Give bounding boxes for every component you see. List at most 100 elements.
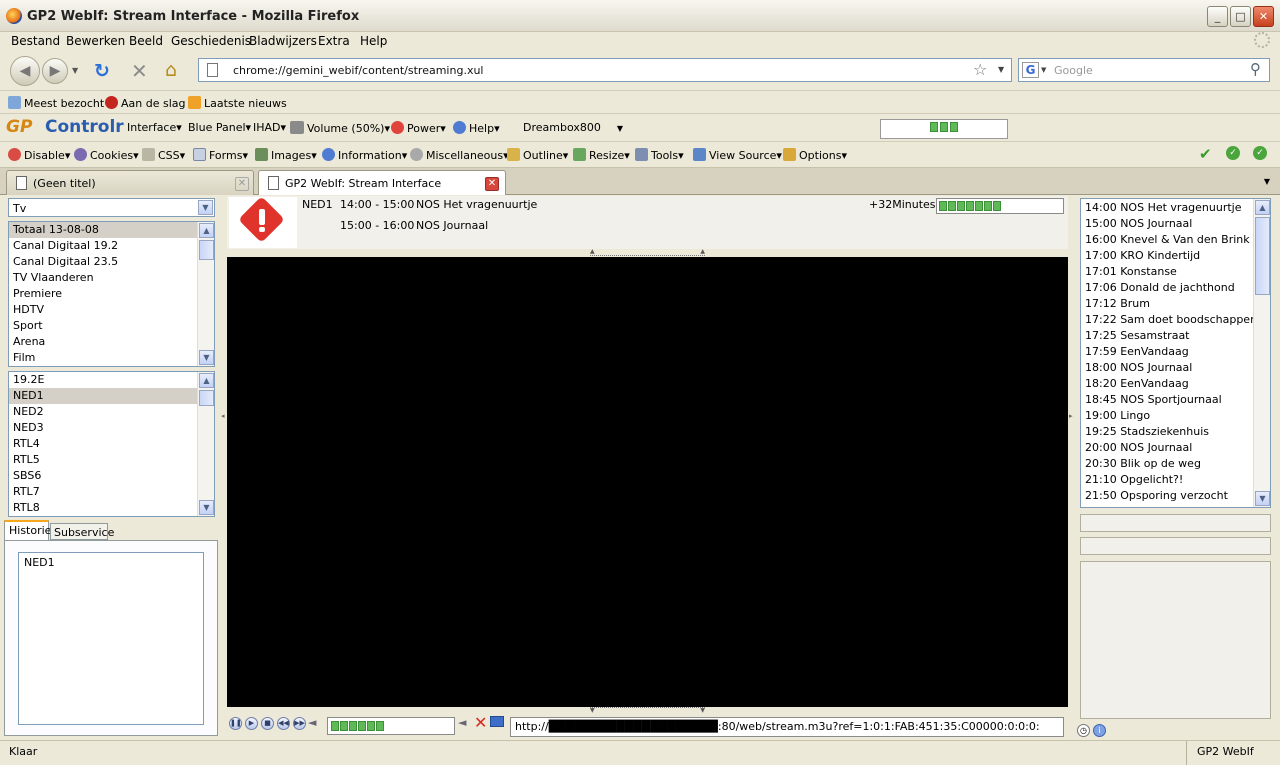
channel-list[interactable]: 19.2E NED1 NED2 NED3 RTL4 RTL5 SBS6 RTL7… — [8, 371, 215, 517]
list-item[interactable]: RTL4 — [9, 436, 214, 452]
bookmark-meest-bezocht[interactable]: Meest bezocht — [8, 96, 104, 110]
list-item[interactable]: Sport — [9, 318, 214, 334]
volume-slider[interactable] — [327, 717, 455, 735]
scroll-down-icon[interactable]: ▼ — [199, 350, 214, 365]
scroll-down-icon[interactable]: ▼ — [1255, 491, 1270, 506]
list-item[interactable]: RTL7 — [9, 484, 214, 500]
search-placeholder[interactable]: Google — [1054, 64, 1093, 77]
search-box[interactable]: G ▼ Google ⚲ — [1018, 58, 1270, 82]
list-item[interactable]: Premiere — [9, 286, 214, 302]
scroll-up-icon[interactable]: ▲ — [1255, 200, 1270, 215]
list-item[interactable]: Film — [9, 350, 214, 366]
back-button[interactable]: ◀ — [10, 56, 40, 86]
tab-list-icon[interactable]: ▼ — [1258, 172, 1276, 192]
bookmark-laatste-nieuws[interactable]: Laatste nieuws — [188, 96, 287, 110]
play-icon[interactable]: ▶ — [245, 717, 258, 730]
epg-item[interactable]: 17:06 Donald de jachthond — [1081, 280, 1270, 296]
list-item[interactable]: NED1 — [19, 555, 203, 571]
bouquet-list[interactable]: Totaal 13-08-08 Canal Digitaal 19.2 Cana… — [8, 221, 215, 367]
menu-bladwijzers[interactable]: Bladwijzers — [249, 34, 317, 48]
epg-item[interactable]: 18:00 NOS Journaal — [1081, 360, 1270, 376]
stop-icon[interactable]: ■ — [261, 717, 274, 730]
list-item[interactable]: HDTV — [9, 302, 214, 318]
epg-item[interactable]: 17:01 Konstanse — [1081, 264, 1270, 280]
scroll-up-icon[interactable]: ▲ — [199, 223, 214, 238]
stream-url-field[interactable]: http://████████████████████:80/web/strea… — [510, 717, 1064, 737]
channel-scrollbar[interactable]: ▲ ▼ — [197, 372, 214, 516]
list-item[interactable]: SBS6 — [9, 468, 214, 484]
gp2-help-menu[interactable]: Help▾ — [453, 121, 500, 135]
rewind-icon[interactable]: ◀◀ — [277, 717, 290, 730]
left-splitter-grip[interactable]: ◂ — [221, 412, 225, 420]
info-icon[interactable]: i — [1093, 724, 1106, 737]
html-valid-icon[interactable]: ✓ — [1253, 146, 1267, 160]
epg-list[interactable]: 14:00 NOS Het vragenuurtje 15:00 NOS Jour… — [1080, 198, 1271, 508]
dev-css-menu[interactable]: CSS▾ — [142, 148, 185, 162]
video-player[interactable] — [227, 257, 1068, 707]
url-bar[interactable]: chrome://gemini_webif/content/streaming.… — [198, 58, 1012, 82]
epg-item[interactable]: 18:20 EenVandaag — [1081, 376, 1270, 392]
url-dropdown-icon[interactable]: ▼ — [998, 65, 1004, 74]
epg-item[interactable]: 19:00 Lingo — [1081, 408, 1270, 424]
volume-up-icon[interactable]: ◄ — [458, 716, 466, 729]
list-item[interactable]: Totaal 13-08-08 — [9, 222, 214, 238]
list-item[interactable]: Canal Digitaal 23.5 — [9, 254, 214, 270]
gp2-ihad-menu[interactable]: IHAD▾ — [253, 121, 286, 134]
epg-item[interactable]: 16:00 Knevel & Van den Brink — [1081, 232, 1270, 248]
maximize-button[interactable]: □ — [1230, 6, 1251, 27]
top-splitter-grip[interactable]: ▲ ▲ — [590, 249, 705, 256]
menu-geschiedenis[interactable]: Geschiedenis — [171, 34, 251, 48]
list-item[interactable]: TV Vlaanderen — [9, 270, 214, 286]
dev-forms-menu[interactable]: Forms▾ — [193, 148, 248, 162]
menu-extra[interactable]: Extra — [318, 34, 350, 48]
home-icon[interactable]: ⌂ — [165, 59, 177, 81]
epg-item[interactable]: 19:25 Stadsziekenhuis — [1081, 424, 1270, 440]
mute-icon[interactable]: ✕ — [474, 713, 487, 732]
bouquet-scrollbar[interactable]: ▲ ▼ — [197, 222, 214, 366]
gp2-interface-menu[interactable]: Interface▾ — [127, 121, 182, 134]
receiver-select[interactable]: Dreambox800 ▼ — [523, 121, 623, 134]
tab-historie[interactable]: Historie — [4, 520, 51, 540]
epg-item[interactable]: 21:50 Opsporing verzocht — [1081, 488, 1270, 504]
menu-bewerken[interactable]: Bewerken — [66, 34, 125, 48]
scroll-thumb[interactable] — [1255, 217, 1270, 295]
epg-item[interactable]: 15:00 NOS Journaal — [1081, 216, 1270, 232]
gp2-volume-menu[interactable]: Volume (50%)▾ — [290, 121, 390, 135]
bookmark-aan-de-slag[interactable]: Aan de slag — [105, 96, 186, 110]
search-icon[interactable]: ⚲ — [1250, 60, 1261, 78]
epg-item[interactable]: 17:22 Sam doet boodschappen — [1081, 312, 1270, 328]
service-type-select[interactable]: Tv ▼ — [8, 198, 215, 217]
url-text[interactable]: chrome://gemini_webif/content/streaming.… — [233, 64, 483, 77]
list-item[interactable]: NED1 — [9, 388, 214, 404]
epg-item[interactable]: 14:00 NOS Het vragenuurtje — [1081, 200, 1270, 216]
menu-beeld[interactable]: Beeld — [129, 34, 163, 48]
list-item[interactable]: NED2 — [9, 404, 214, 420]
dev-viewsource-menu[interactable]: View Source▾ — [693, 148, 782, 162]
dev-information-menu[interactable]: Information▾ — [322, 148, 407, 162]
css-valid-icon[interactable]: ✓ — [1226, 146, 1240, 160]
list-item[interactable]: Canal Digitaal 19.2 — [9, 238, 214, 254]
tab-subservice[interactable]: Subservice — [50, 523, 114, 540]
clock-icon[interactable]: ◷ — [1077, 724, 1090, 737]
tab-close-icon[interactable]: ✕ — [485, 177, 499, 191]
list-item[interactable]: RTL8 — [9, 500, 214, 516]
validation-check-icon[interactable]: ✔ — [1199, 145, 1212, 163]
scroll-up-icon[interactable]: ▲ — [199, 373, 214, 388]
fullscreen-icon[interactable] — [490, 716, 504, 727]
tab-geen-titel[interactable]: (Geen titel) ✕ — [6, 170, 254, 195]
epg-item[interactable]: 20:30 Blik op de weg — [1081, 456, 1270, 472]
gp2-bluepanel-menu[interactable]: Blue Panel▾ — [188, 121, 251, 134]
epg-item[interactable]: 17:59 EenVandaag — [1081, 344, 1270, 360]
epg-item[interactable]: 18:45 NOS Sportjournaal — [1081, 392, 1270, 408]
list-item[interactable]: RTL5 — [9, 452, 214, 468]
scroll-down-icon[interactable]: ▼ — [199, 500, 214, 515]
volume-down-icon[interactable]: ◄ — [308, 716, 316, 729]
epg-item[interactable]: 17:12 Brum — [1081, 296, 1270, 312]
dev-cookies-menu[interactable]: Cookies▾ — [74, 148, 139, 162]
list-item[interactable]: NED3 — [9, 420, 214, 436]
menu-help[interactable]: Help — [360, 34, 387, 48]
dev-disable-menu[interactable]: Disable▾ — [8, 148, 70, 162]
forward-button[interactable]: ▶ — [42, 58, 68, 84]
tab-close-icon[interactable]: ✕ — [235, 177, 249, 191]
dev-images-menu[interactable]: Images▾ — [255, 148, 317, 162]
